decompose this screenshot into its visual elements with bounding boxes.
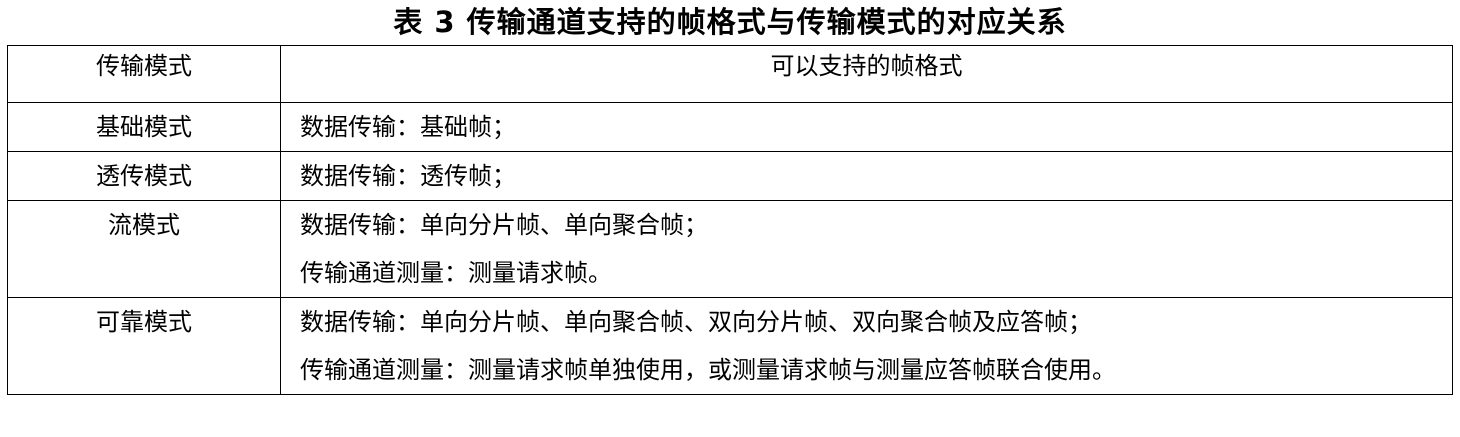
frame-line: 传输通道测量：测量请求帧。 (300, 259, 612, 287)
mode-label: 可靠模式 (96, 308, 192, 336)
mode-cell: 透传模式 (7, 151, 281, 201)
mode-label: 透传模式 (96, 162, 192, 190)
table-row: 基础模式 数据传输：基础帧； (7, 102, 1453, 152)
frame-line: 数据传输：基础帧； (300, 113, 516, 141)
table-row: 流模式 数据传输：单向分片帧、单向聚合帧； 传输通道测量：测量请求帧。 (7, 200, 1453, 298)
table-row: 透传模式 数据传输：透传帧； (7, 151, 1453, 201)
mode-cell: 可靠模式 (7, 297, 281, 395)
header-frames: 可以支持的帧格式 (280, 45, 1453, 103)
frames-cell: 数据传输：基础帧； (280, 102, 1453, 152)
table-header-row: 传输模式 可以支持的帧格式 (7, 45, 1453, 103)
mode-frame-table: 传输模式 可以支持的帧格式 基础模式 数据传输：基础帧； 透传模式 数据传输：透… (7, 45, 1453, 395)
frame-line: 传输通道测量：测量请求帧单独使用，或测量请求帧与测量应答帧联合使用。 (300, 356, 1116, 384)
frame-line: 数据传输：单向分片帧、单向聚合帧、双向分片帧、双向聚合帧及应答帧； (300, 308, 1092, 336)
table-caption: 表 3 传输通道支持的帧格式与传输模式的对应关系 (393, 5, 1067, 39)
header-mode: 传输模式 (7, 45, 281, 103)
frames-cell: 数据传输：透传帧； (280, 151, 1453, 201)
table-row: 可靠模式 数据传输：单向分片帧、单向聚合帧、双向分片帧、双向聚合帧及应答帧； 传… (7, 297, 1453, 395)
frames-cell: 数据传输：单向分片帧、单向聚合帧； 传输通道测量：测量请求帧。 (280, 200, 1453, 298)
frame-line: 数据传输：透传帧； (300, 162, 516, 190)
mode-label: 基础模式 (96, 113, 192, 141)
mode-label: 流模式 (108, 211, 180, 239)
mode-cell: 流模式 (7, 200, 281, 298)
frame-line: 数据传输：单向分片帧、单向聚合帧； (300, 211, 708, 239)
frames-cell: 数据传输：单向分片帧、单向聚合帧、双向分片帧、双向聚合帧及应答帧； 传输通道测量… (280, 297, 1453, 395)
mode-cell: 基础模式 (7, 102, 281, 152)
